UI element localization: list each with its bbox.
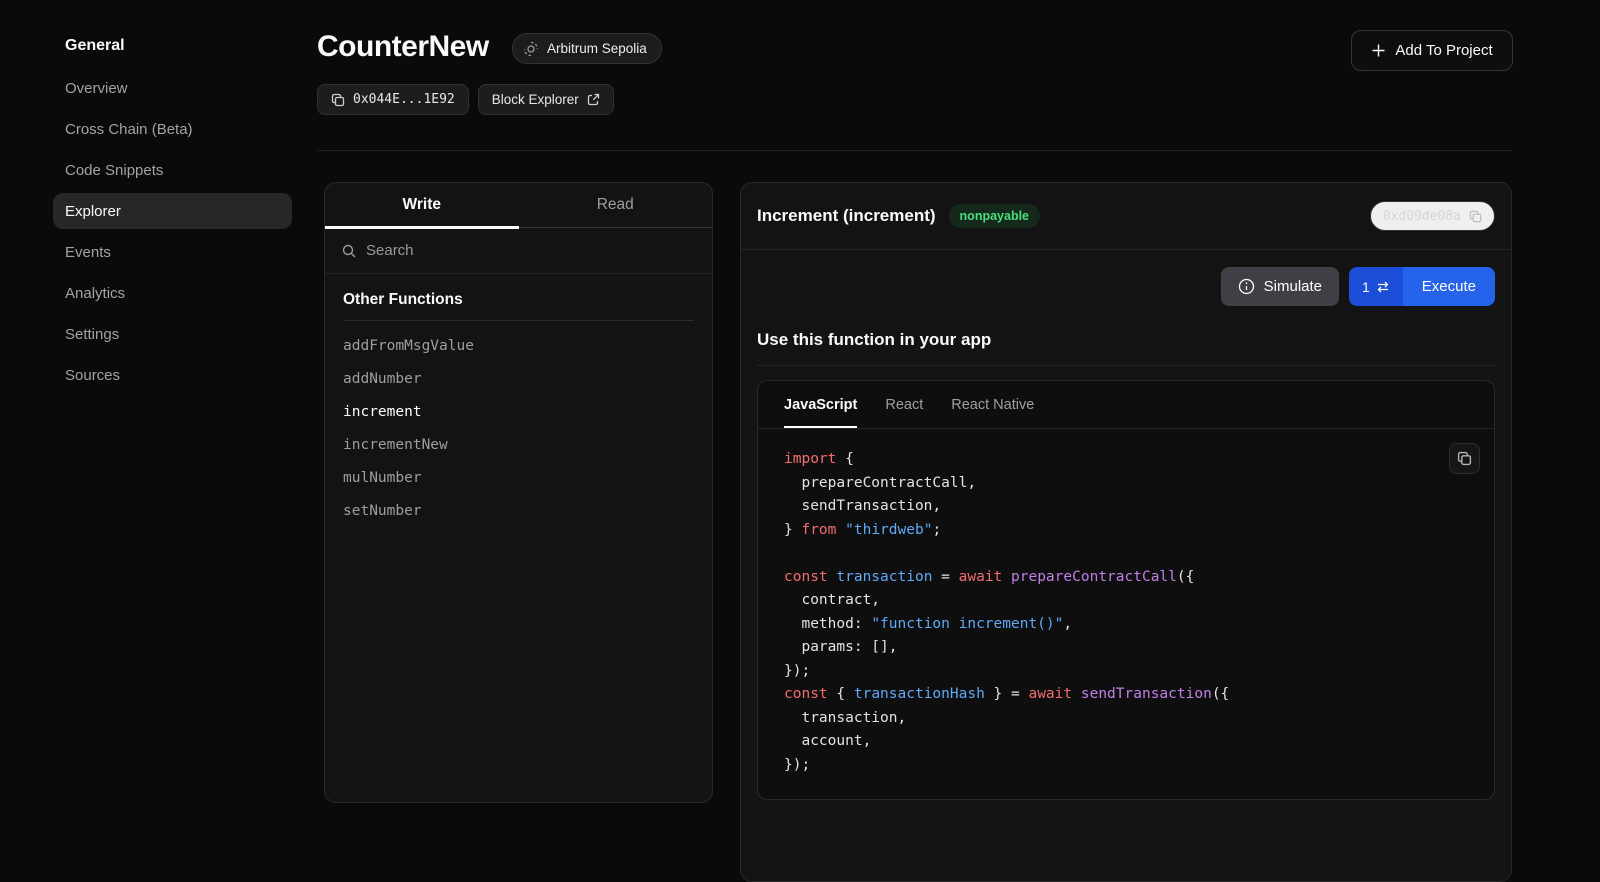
code-card: JavaScript React React Native import { pre… xyxy=(757,380,1495,800)
mutability-badge: nonpayable xyxy=(949,204,1040,228)
search-icon xyxy=(341,243,357,259)
execute-count: 1 xyxy=(1362,279,1370,295)
function-detail-panel: Increment (increment) nonpayable 0xd09de… xyxy=(740,182,1512,882)
function-item-increment[interactable]: increment xyxy=(343,395,694,428)
function-item-mulNumber[interactable]: mulNumber xyxy=(343,461,694,494)
header-divider xyxy=(317,150,1512,151)
swap-arrows-icon xyxy=(1376,280,1390,294)
sidebar-item-settings[interactable]: Settings xyxy=(53,316,292,352)
function-list-wrap: Other Functions addFromMsgValueaddNumber… xyxy=(325,274,712,544)
copy-icon xyxy=(1469,210,1482,223)
sidebar-item-explorer[interactable]: Explorer xyxy=(53,193,292,229)
execute-label: Execute xyxy=(1422,278,1476,295)
plus-icon xyxy=(1371,43,1386,58)
sidebar-item-code-snippets[interactable]: Code Snippets xyxy=(53,152,292,188)
function-item-incrementNew[interactable]: incrementNew xyxy=(343,428,694,461)
page-title: CounterNew xyxy=(317,30,489,64)
code-tab-react-native[interactable]: React Native xyxy=(951,381,1034,428)
sidebar-item-overview[interactable]: Overview xyxy=(53,70,292,106)
function-group-label: Other Functions xyxy=(343,291,694,321)
sidebar-item-analytics[interactable]: Analytics xyxy=(53,275,292,311)
tab-read[interactable]: Read xyxy=(519,183,713,227)
copy-address-button[interactable]: 0x044E...1E92 xyxy=(317,84,469,115)
external-link-icon xyxy=(587,93,600,106)
network-icon xyxy=(523,41,539,57)
contract-address: 0x044E...1E92 xyxy=(353,92,455,107)
code-body: import { prepareContractCall, sendTransa… xyxy=(758,429,1494,799)
code-tab-javascript[interactable]: JavaScript xyxy=(784,381,857,428)
function-title: Increment (increment) xyxy=(757,206,936,226)
function-search xyxy=(325,228,712,274)
search-input[interactable] xyxy=(366,242,696,259)
execute-button[interactable]: Execute xyxy=(1403,267,1495,306)
network-badge[interactable]: Arbitrum Sepolia xyxy=(512,33,662,64)
code-language-tabs: JavaScript React React Native xyxy=(758,381,1494,429)
function-selector: 0xd09de08a xyxy=(1383,209,1461,224)
add-to-project-label: Add To Project xyxy=(1395,42,1492,59)
info-icon xyxy=(1238,278,1255,295)
block-explorer-label: Block Explorer xyxy=(492,92,579,107)
contract-meta-row: 0x044E...1E92 Block Explorer xyxy=(317,84,614,115)
read-write-tabs: Write Read xyxy=(325,183,712,228)
copy-code-button[interactable] xyxy=(1449,443,1480,474)
copy-icon xyxy=(1457,451,1472,466)
function-item-addFromMsgValue[interactable]: addFromMsgValue xyxy=(343,329,694,362)
function-item-addNumber[interactable]: addNumber xyxy=(343,362,694,395)
execute-split-button: 1 Execute xyxy=(1349,267,1495,306)
execute-count-button[interactable]: 1 xyxy=(1349,267,1403,306)
function-item-setNumber[interactable]: setNumber xyxy=(343,494,694,527)
functions-panel: Write Read Other Functions addFromMsgVal… xyxy=(324,182,713,803)
block-explorer-button[interactable]: Block Explorer xyxy=(478,84,614,115)
simulate-label: Simulate xyxy=(1264,278,1322,295)
sidebar-item-sources[interactable]: Sources xyxy=(53,357,292,393)
tab-write[interactable]: Write xyxy=(325,183,519,227)
sidebar-item-cross-chain-beta[interactable]: Cross Chain (Beta) xyxy=(53,111,292,147)
action-row: Simulate 1 Execute xyxy=(741,250,1511,320)
copy-icon xyxy=(331,93,345,107)
use-function-heading: Use this function in your app xyxy=(757,330,1495,366)
function-list: addFromMsgValueaddNumberincrementincreme… xyxy=(343,321,694,527)
selector-copy-button[interactable]: 0xd09de08a xyxy=(1370,201,1495,231)
add-to-project-button[interactable]: Add To Project xyxy=(1351,30,1513,71)
function-detail-header: Increment (increment) nonpayable 0xd09de… xyxy=(741,183,1511,250)
sidebar-heading: General xyxy=(53,34,292,58)
simulate-button[interactable]: Simulate xyxy=(1221,267,1339,306)
sidebar-items: Overview Cross Chain (Beta) Code Snippets E… xyxy=(53,70,292,393)
code-tab-react[interactable]: React xyxy=(885,381,923,428)
sidebar: General Overview Cross Chain (Beta) Code S… xyxy=(53,34,292,398)
network-badge-label: Arbitrum Sepolia xyxy=(547,41,647,56)
sidebar-item-events[interactable]: Events xyxy=(53,234,292,270)
code-snippet: import { prepareContractCall, sendTransa… xyxy=(784,448,1468,777)
